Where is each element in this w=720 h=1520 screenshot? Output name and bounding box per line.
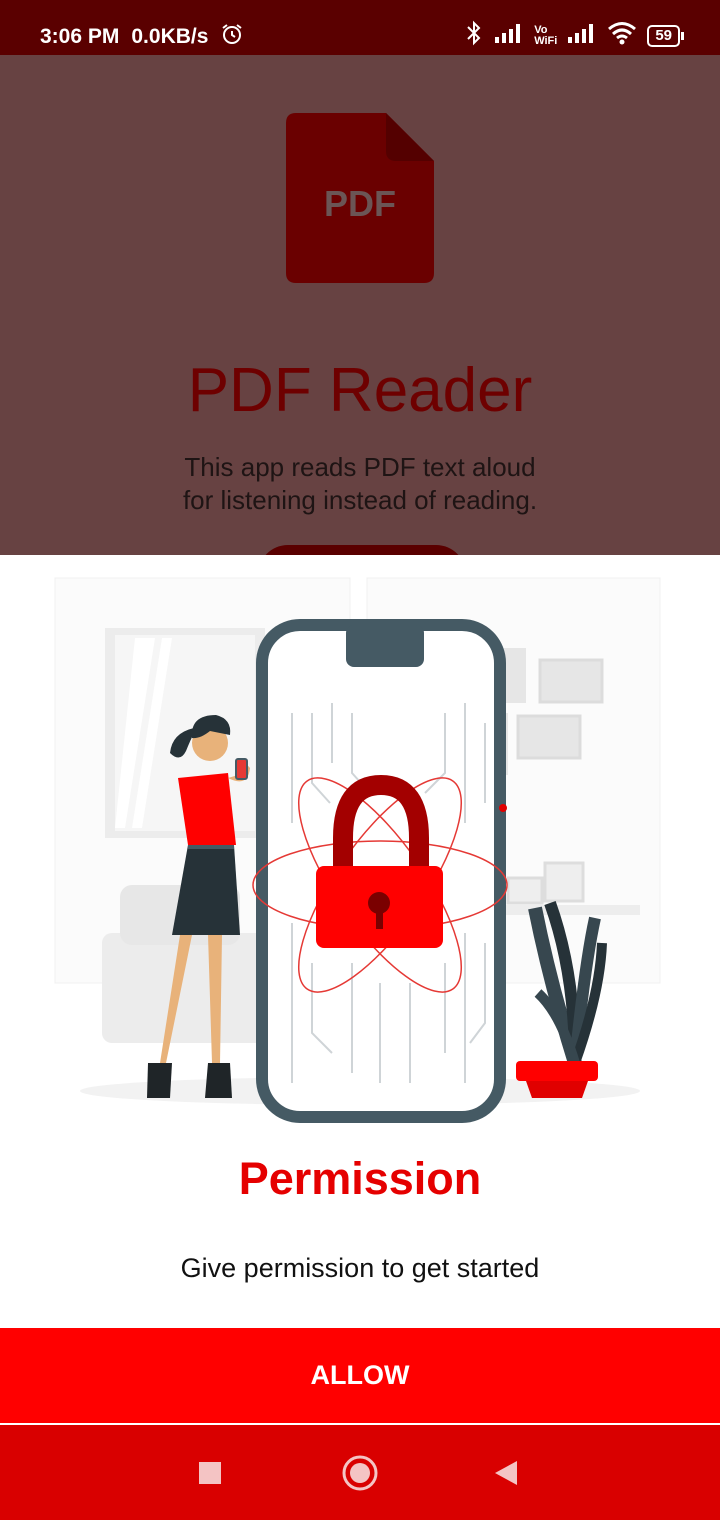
permission-sheet: Permission Give permission to get starte… [0, 555, 720, 1425]
alarm-icon [220, 22, 244, 52]
permission-description: Give permission to get started [180, 1253, 540, 1283]
back-triangle-icon[interactable] [456, 1425, 556, 1520]
vowifi-icon: Vo WiFi [534, 23, 558, 47]
signal-icon [494, 22, 524, 49]
wifi-icon [607, 21, 637, 50]
status-bar: 3:06 PM 0.0KB/s Vo WiFi 59 [0, 0, 720, 55]
recents-square-icon[interactable] [160, 1425, 260, 1520]
status-time: 3:06 PM [40, 25, 120, 48]
permission-title: Permission [238, 1153, 482, 1204]
splash-background: PDF PDF Reader This app reads PDF text a… [0, 55, 720, 585]
network-speed: 0.0KB/s [131, 25, 209, 48]
bluetooth-icon [464, 20, 484, 51]
pdf-icon-label: PDF [324, 183, 396, 224]
battery-level: 59 [647, 24, 680, 47]
signal-icon-2 [567, 22, 597, 49]
battery-icon: 59 [647, 24, 684, 47]
status-left: 3:06 PM 0.0KB/s [40, 22, 244, 52]
home-circle-icon[interactable] [310, 1425, 410, 1520]
security-illustration [40, 563, 680, 1123]
pdf-file-icon: PDF [286, 113, 434, 283]
navigation-bar [0, 1425, 720, 1520]
allow-button[interactable]: ALLOW [0, 1328, 720, 1423]
status-right: Vo WiFi 59 [464, 20, 684, 51]
app-title: PDF Reader [187, 356, 533, 425]
app-description: This app reads PDF text aloud for listen… [182, 452, 538, 515]
